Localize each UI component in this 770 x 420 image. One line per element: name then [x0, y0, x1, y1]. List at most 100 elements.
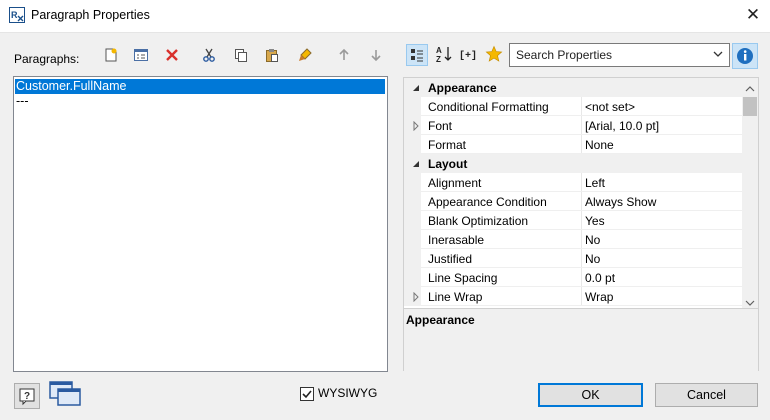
property-value[interactable]: No [585, 233, 600, 247]
column-divider[interactable] [581, 135, 582, 154]
property-value[interactable]: No [585, 252, 600, 266]
property-name: Blank Optimization [428, 214, 529, 228]
property-name: Inerasable [428, 233, 485, 247]
favorites-star-icon[interactable] [484, 44, 504, 64]
category-row[interactable]: Layout [404, 154, 742, 173]
property-value[interactable]: <not set> [585, 100, 635, 114]
property-row[interactable]: Justified No [404, 249, 742, 268]
row-divider [421, 305, 742, 306]
paragraphs-label: Paragraphs: [14, 52, 80, 66]
svg-text:R: R [11, 10, 18, 20]
category-name: Layout [428, 157, 468, 171]
property-row[interactable]: Line Spacing 0.0 pt [404, 268, 742, 287]
chevron-up-icon[interactable] [745, 82, 755, 96]
property-name: Justified [428, 252, 473, 266]
property-value[interactable]: [Arial, 10.0 pt] [585, 119, 659, 133]
paste-icon[interactable] [262, 45, 282, 65]
expand-triangle-icon[interactable] [411, 120, 421, 132]
column-divider[interactable] [581, 192, 582, 211]
scroll-thumb[interactable] [743, 97, 757, 116]
properties-icon[interactable] [131, 45, 151, 65]
move-down-icon[interactable] [366, 45, 386, 65]
property-value[interactable]: Wrap [585, 290, 613, 304]
wysiwyg-label: WYSIWYG [318, 386, 378, 400]
column-divider[interactable] [581, 173, 582, 192]
property-row[interactable]: Conditional Formatting <not set> [404, 97, 742, 116]
row-gutter [404, 230, 421, 249]
checkmark-icon [302, 390, 312, 399]
property-row[interactable]: Blank Optimization Yes [404, 211, 742, 230]
categorized-view-icon[interactable] [406, 44, 428, 66]
chevron-down-icon[interactable] [710, 46, 726, 62]
property-name: Conditional Formatting [428, 100, 549, 114]
new-paragraph-icon[interactable] [101, 45, 121, 65]
column-divider[interactable] [581, 268, 582, 287]
property-value[interactable]: None [585, 138, 614, 152]
property-grid[interactable]: Appearance Conditional Formatting <not set… [404, 78, 742, 308]
property-value[interactable]: 0.0 pt [585, 271, 615, 285]
cut-icon[interactable] [199, 45, 219, 65]
help-icon: ? [19, 388, 35, 406]
property-name: Font [428, 119, 453, 133]
category-row[interactable]: Appearance [404, 78, 742, 97]
property-name: Line Wrap [428, 290, 483, 304]
property-row[interactable]: Font [Arial, 10.0 pt] [404, 116, 742, 135]
expand-collapse-icon[interactable]: [+] [458, 44, 480, 64]
property-value[interactable]: Yes [585, 214, 605, 228]
column-divider[interactable] [581, 116, 582, 135]
close-icon[interactable]: ✕ [742, 4, 764, 26]
row-gutter [404, 97, 421, 116]
format-brush-icon[interactable] [295, 45, 315, 65]
expand-triangle-icon[interactable] [411, 291, 421, 303]
paragraphs-list[interactable]: Customer.FullName --- [13, 76, 388, 372]
info-icon [737, 48, 753, 64]
row-gutter [404, 192, 421, 211]
property-row[interactable]: Line Wrap Wrap [404, 287, 742, 306]
property-grid-panel: Appearance Conditional Formatting <not set… [403, 77, 759, 371]
property-row[interactable]: Format None [404, 135, 742, 154]
property-name: Alignment [428, 176, 482, 190]
category-name: Appearance [428, 81, 497, 95]
property-value[interactable]: Always Show [585, 195, 656, 209]
checkbox[interactable] [300, 387, 314, 401]
copy-icon[interactable] [231, 45, 251, 65]
list-item[interactable]: --- [15, 94, 29, 109]
collapse-triangle-icon[interactable] [411, 158, 421, 168]
property-row[interactable]: Alignment Left [404, 173, 742, 192]
app-icon: R [9, 7, 25, 23]
search-properties-combobox[interactable]: Search Properties [509, 43, 730, 67]
column-divider[interactable] [581, 97, 582, 116]
svg-text:?: ? [24, 391, 30, 402]
column-divider[interactable] [581, 230, 582, 249]
row-gutter [404, 211, 421, 230]
property-row[interactable]: Appearance Condition Always Show [404, 192, 742, 211]
property-value[interactable]: Left [585, 176, 605, 190]
window-layout-icon[interactable] [48, 380, 82, 408]
list-item[interactable]: Customer.FullName [15, 79, 385, 94]
cancel-button[interactable]: Cancel [655, 383, 758, 407]
column-divider[interactable] [581, 249, 582, 268]
alphabetical-sort-icon[interactable]: AZ [434, 44, 454, 64]
ok-button[interactable]: OK [538, 383, 643, 407]
column-divider[interactable] [581, 211, 582, 230]
grid-scrollbar[interactable] [742, 78, 758, 308]
delete-icon[interactable] [162, 45, 182, 65]
column-divider[interactable] [581, 287, 582, 306]
property-name: Format [428, 138, 467, 152]
move-up-icon[interactable] [334, 45, 354, 65]
collapse-triangle-icon[interactable] [411, 82, 421, 92]
row-gutter [404, 268, 421, 287]
title-bar: R Paragraph Properties ✕ [0, 0, 770, 33]
row-gutter [404, 135, 421, 154]
svg-text:[+]: [+] [459, 50, 477, 61]
help-button[interactable]: ? [14, 383, 40, 409]
svg-text:Z: Z [436, 55, 441, 63]
property-name: Line Spacing [428, 271, 498, 285]
description-title: Appearance [406, 313, 475, 327]
info-button[interactable] [732, 43, 758, 69]
property-row[interactable]: Inerasable No [404, 230, 742, 249]
property-name: Appearance Condition [428, 195, 547, 209]
property-description: Appearance [404, 308, 758, 371]
search-placeholder: Search Properties [516, 48, 613, 62]
svg-text:A: A [436, 46, 442, 55]
